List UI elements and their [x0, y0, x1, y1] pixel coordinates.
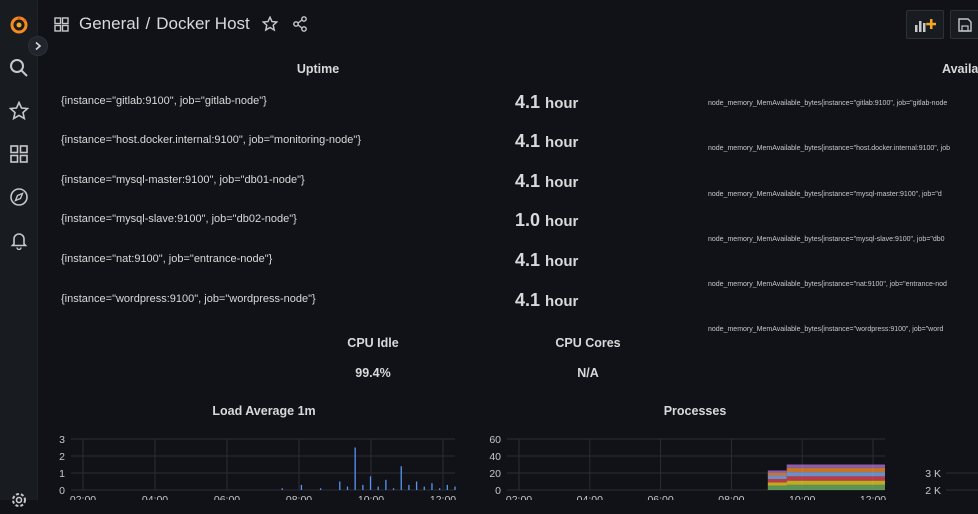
dashboard-title[interactable]: Docker Host — [156, 14, 250, 34]
available-memory-row-label: node_memory_MemAvailable_bytes{instance=… — [708, 326, 944, 333]
x-tick-label: 10:00 — [789, 494, 815, 500]
save-icon — [958, 17, 972, 32]
uptime-value-unit: hour — [545, 134, 579, 151]
cpu-cores-value: N/A — [577, 366, 599, 380]
y-tick-label: 40 — [489, 451, 501, 463]
x-tick-label: 06:00 — [214, 494, 240, 500]
processes-panel-title[interactable]: Processes — [615, 404, 775, 418]
x-tick-label: 06:00 — [647, 494, 673, 500]
y-tick-label: 2 — [59, 451, 65, 463]
x-tick-label: 10:00 — [358, 494, 384, 500]
available-memory-row-label: node_memory_MemAvailable_bytes{instance=… — [708, 281, 947, 288]
cpu-idle-panel-title[interactable]: CPU Idle — [313, 336, 433, 350]
add-panel-icon — [915, 18, 936, 32]
breadcrumb-folder-link[interactable]: General — [79, 14, 139, 34]
gear-icon[interactable] — [3, 486, 35, 514]
uptime-value-unit: hour — [545, 174, 579, 191]
available-memory-row-label: node_memory_MemAvailable_bytes{instance=… — [708, 145, 951, 152]
y-tick-label: 20 — [489, 468, 501, 480]
uptime-row-value: 1.0 hour — [515, 210, 578, 231]
available-memory-row-label: node_memory_MemAvailable_bytes{instance=… — [708, 191, 942, 198]
uptime-value-unit: hour — [545, 213, 579, 230]
add-panel-button[interactable] — [906, 10, 944, 39]
uptime-row-value: 4.1 hour — [515, 171, 578, 192]
available-memory-panel-title[interactable]: Availab — [942, 62, 978, 76]
uptime-row: {instance="nat:9100", job="entrance-node… — [61, 250, 601, 270]
breadcrumb-separator: / — [145, 14, 151, 33]
uptime-value-number: 4.1 — [515, 290, 541, 310]
y-tick-label: 0 — [495, 485, 501, 497]
dashboards-grid-icon — [54, 16, 69, 32]
uptime-row-label: {instance="wordpress:9100", job="wordpre… — [61, 293, 316, 305]
y-tick-label: 0 — [59, 485, 65, 497]
dashboards-icon[interactable] — [3, 140, 35, 168]
search-icon[interactable] — [3, 54, 35, 82]
breadcrumb: General / Docker Host — [54, 14, 308, 34]
uptime-row: {instance="host.docker.internal:9100", j… — [61, 131, 601, 151]
uptime-row-label: {instance="mysql-slave:9100", job="db02-… — [61, 213, 297, 225]
uptime-value-unit: hour — [545, 293, 579, 310]
available-memory-row-label: node_memory_MemAvailable_bytes{instance=… — [708, 236, 945, 243]
uptime-value-number: 4.1 — [515, 92, 541, 112]
y-tick-label: 2 K — [925, 485, 941, 497]
x-tick-label: 04:00 — [142, 494, 168, 500]
sidebar-expand-button[interactable] — [28, 36, 48, 56]
cpu-cores-panel-title[interactable]: CPU Cores — [528, 336, 648, 350]
star-icon[interactable] — [3, 97, 35, 125]
uptime-row-label: {instance="nat:9100", job="entrance-node… — [61, 253, 273, 265]
explore-compass-icon[interactable] — [3, 183, 35, 211]
cpu-idle-value: 99.4% — [355, 366, 391, 380]
uptime-value-unit: hour — [545, 95, 579, 112]
x-tick-label: 08:00 — [286, 494, 312, 500]
sidebar — [0, 0, 38, 507]
uptime-row-value: 4.1 hour — [515, 250, 578, 271]
alerting-bell-icon[interactable] — [3, 226, 35, 254]
favorite-star-icon[interactable] — [261, 16, 278, 32]
uptime-value-number: 4.1 — [515, 171, 541, 191]
uptime-panel-title[interactable]: Uptime — [258, 62, 378, 76]
available-memory-row-label: node_memory_MemAvailable_bytes{instance=… — [708, 100, 948, 107]
y-tick-label: 3 K — [925, 468, 941, 480]
uptime-row-label: {instance="mysql-master:9100", job="db01… — [61, 174, 305, 186]
x-tick-label: 08:00 — [718, 494, 744, 500]
uptime-row: {instance="wordpress:9100", job="wordpre… — [61, 290, 601, 310]
grafana-logo-icon[interactable] — [3, 10, 35, 38]
load-average-chart[interactable]: 3 2 1 0 02:00 04:00 06:00 08:00 10:00 12:00 — [55, 430, 460, 500]
chevron-right-icon — [35, 41, 42, 51]
load-average-panel-title[interactable]: Load Average 1m — [184, 404, 344, 418]
memory-chart[interactable]: 3 K2 K — [910, 462, 978, 500]
x-tick-label: 12:00 — [860, 494, 886, 500]
y-tick-label: 3 — [59, 434, 65, 446]
save-dashboard-button[interactable] — [950, 10, 978, 39]
x-tick-label: 02:00 — [506, 494, 532, 500]
x-tick-label: 02:00 — [70, 494, 96, 500]
x-tick-label: 04:00 — [577, 494, 603, 500]
uptime-row-label: {instance="host.docker.internal:9100", j… — [61, 134, 361, 146]
uptime-row-value: 4.1 hour — [515, 290, 578, 311]
share-icon[interactable] — [292, 16, 308, 32]
uptime-row-value: 4.1 hour — [515, 131, 578, 152]
uptime-value-unit: hour — [545, 253, 579, 270]
y-tick-label: 1 — [59, 468, 65, 480]
uptime-value-number: 1.0 — [515, 210, 541, 230]
uptime-row: {instance="gitlab:9100", job="gitlab-nod… — [61, 92, 601, 112]
uptime-row: {instance="mysql-slave:9100", job="db02-… — [61, 210, 601, 230]
top-navbar: General / Docker Host — [38, 0, 978, 48]
uptime-row-value: 4.1 hour — [515, 92, 578, 113]
uptime-row-label: {instance="gitlab:9100", job="gitlab-nod… — [61, 95, 267, 107]
uptime-value-number: 4.1 — [515, 250, 541, 270]
x-tick-label: 12:00 — [430, 494, 456, 500]
processes-chart[interactable]: 60 40 20 0 02:00 04:00 06:00 08:00 10:00 12:00 — [485, 430, 890, 500]
y-tick-label: 60 — [489, 434, 501, 446]
uptime-value-number: 4.1 — [515, 131, 541, 151]
uptime-row: {instance="mysql-master:9100", job="db01… — [61, 171, 601, 191]
